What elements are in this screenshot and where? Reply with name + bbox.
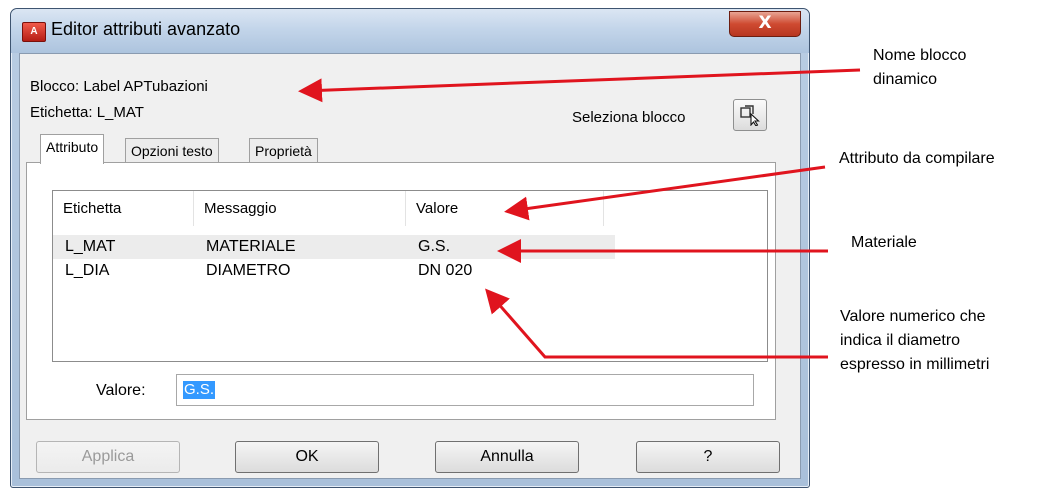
- tab-attributo[interactable]: Attributo: [40, 134, 105, 164]
- seleziona-blocco-label: Seleziona blocco: [572, 109, 686, 126]
- annotation-nome-blocco-line2: dinamico: [873, 71, 938, 88]
- applica-button[interactable]: Applica: [36, 441, 180, 473]
- valore-selected-text: G.S.: [183, 381, 216, 399]
- column-header-empty: [604, 191, 767, 226]
- annotation-valore: Valore numerico che indica il diametro e…: [840, 305, 989, 377]
- tab-opzioni-testo[interactable]: Opzioni testo: [125, 138, 219, 163]
- title-bar[interactable]: A Editor attributi avanzato X: [11, 9, 809, 53]
- annotation-nome-blocco-line1: Nome blocco: [873, 47, 967, 64]
- cell-valore: DN 020: [418, 262, 473, 279]
- cell-messaggio: MATERIALE: [206, 238, 296, 255]
- cell-valore: G.S.: [418, 238, 451, 255]
- table-row[interactable]: L_DIA DIAMETRO DN 020: [53, 259, 615, 283]
- ok-button[interactable]: OK: [235, 441, 379, 473]
- annotation-valore-line3: espresso in millimetri: [840, 356, 990, 373]
- column-header-etichetta[interactable]: Etichetta: [53, 191, 194, 226]
- pick-block-icon: [740, 105, 760, 126]
- tab-proprieta[interactable]: Proprietà: [249, 138, 318, 163]
- annotation-valore-line2: indica il diametro: [840, 332, 961, 349]
- etichetta-text: Etichetta: L_MAT: [30, 104, 144, 121]
- autocad-app-icon: A: [22, 22, 46, 42]
- valore-input[interactable]: G.S.: [176, 374, 754, 406]
- column-header-messaggio[interactable]: Messaggio: [194, 191, 406, 226]
- annotation-nome-blocco: Nome blocco dinamico: [873, 44, 966, 92]
- window-title: Editor attributi avanzato: [51, 19, 241, 39]
- annulla-button[interactable]: Annulla: [435, 441, 579, 473]
- cell-etichetta: L_DIA: [65, 262, 110, 279]
- column-header-valore[interactable]: Valore: [406, 191, 604, 226]
- seleziona-blocco-button[interactable]: [733, 99, 767, 131]
- valore-label: Valore:: [96, 382, 146, 399]
- annotation-attributo: Attributo da compilare: [839, 150, 995, 167]
- annotation-valore-line1: Valore numerico che: [840, 308, 986, 325]
- help-button[interactable]: ?: [636, 441, 780, 473]
- cell-etichetta: L_MAT: [65, 238, 116, 255]
- annotation-materiale: Materiale: [851, 234, 917, 251]
- close-button[interactable]: X: [729, 11, 801, 37]
- attribute-list[interactable]: Etichetta Messaggio Valore L_MAT MATERIA…: [52, 190, 768, 362]
- blocco-name-text: Blocco: Label APTubazioni: [30, 78, 208, 95]
- cell-messaggio: DIAMETRO: [206, 262, 291, 279]
- table-row[interactable]: L_MAT MATERIALE G.S.: [53, 235, 615, 259]
